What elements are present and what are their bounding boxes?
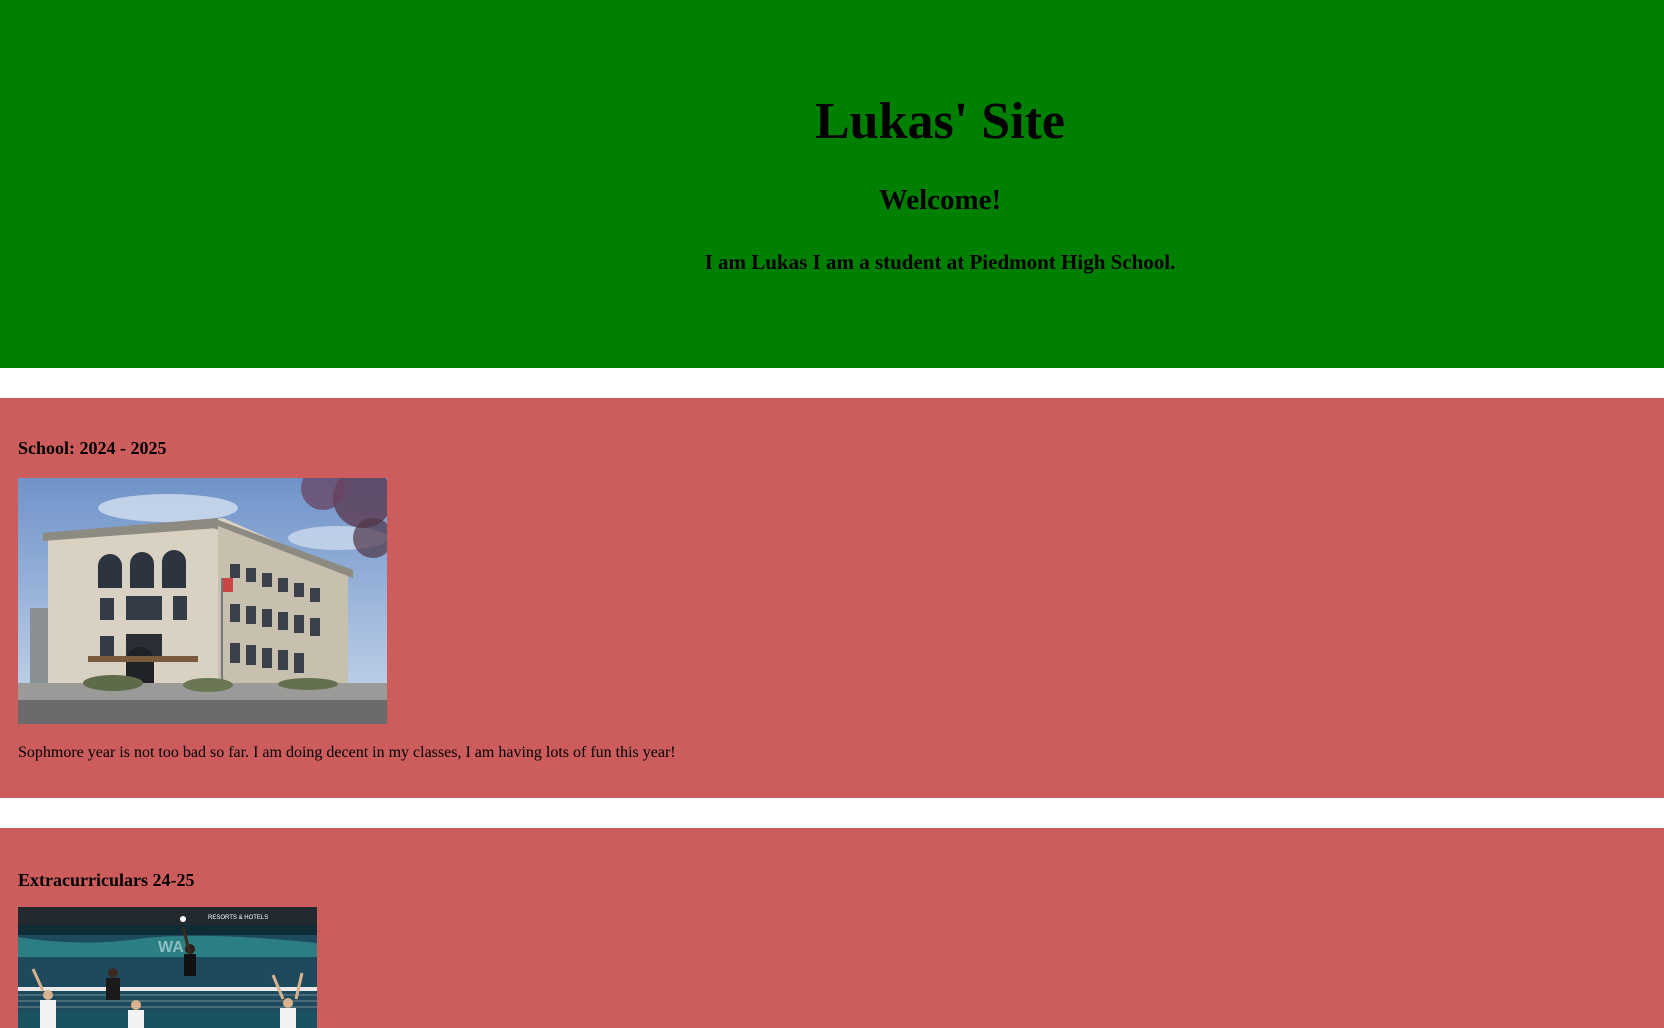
site-title: Lukas' Site <box>815 93 1065 150</box>
welcome-heading: Welcome! <box>878 184 1002 216</box>
school-building-photo <box>18 478 387 724</box>
arena-banner-text: RESORTS & HOTELS <box>208 915 268 921</box>
school-description: Sophmore year is not too bad so far. I a… <box>18 744 676 761</box>
extracurriculars-heading: Extracurriculars 24-25 <box>18 870 195 890</box>
header-banner: Lukas' Site Welcome! I am Lukas I am a s… <box>0 0 1664 368</box>
intro-text: I am Lukas I am a student at Piedmont Hi… <box>704 250 1176 274</box>
school-heading: School: 2024 - 2025 <box>18 438 167 458</box>
school-section: School: 2024 - 2025 Sophmore year is not… <box>0 398 1664 798</box>
svg-text:WA: WA <box>158 939 184 956</box>
extracurriculars-section: Extracurriculars 24-25 RESORTS & HOTELS … <box>0 828 1664 1028</box>
volleyball-photo: RESORTS & HOTELS WA <box>18 907 317 1028</box>
